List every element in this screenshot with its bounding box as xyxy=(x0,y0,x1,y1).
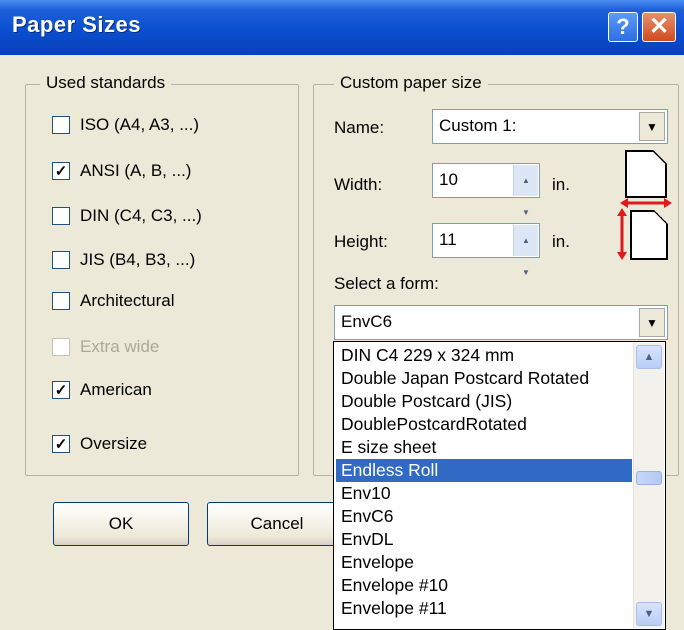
list-item[interactable]: DIN C4 229 x 324 mm xyxy=(336,344,632,367)
checkbox-label: American xyxy=(80,380,152,399)
width-label: Width: xyxy=(334,175,383,194)
width-paper-icon xyxy=(625,150,667,198)
checkbox-label: Extra wide xyxy=(80,337,160,356)
scroll-down-icon[interactable]: ▼ xyxy=(636,602,662,626)
name-label: Name: xyxy=(334,118,385,137)
form-dropdown[interactable]: EnvC6 ▼ xyxy=(334,305,668,340)
checkbox-box[interactable] xyxy=(52,292,70,310)
list-item[interactable]: E size sheet xyxy=(336,436,632,459)
width-unit: in. xyxy=(552,175,570,194)
close-button[interactable]: ✕ xyxy=(642,12,676,42)
checkbox-box[interactable] xyxy=(52,207,70,225)
list-scrollbar[interactable]: ▲ ▼ xyxy=(633,343,664,628)
checkbox-box[interactable] xyxy=(52,116,70,134)
dialog-title: Paper Sizes xyxy=(12,12,142,37)
custom-paper-size-legend: Custom paper size xyxy=(334,73,488,93)
used-standards-legend: Used standards xyxy=(40,73,172,93)
checkbox-american[interactable]: ✓ American xyxy=(52,379,152,401)
spin-icon[interactable]: ▲ ▼ xyxy=(513,165,538,217)
height-paper-icon xyxy=(630,210,668,260)
checkbox-label: Oversize xyxy=(80,434,148,453)
paper-sizes-dialog: Paper Sizes ? ✕ Used standards ISO (A4, … xyxy=(0,0,684,630)
height-label: Height: xyxy=(334,232,388,251)
checkbox-architectural[interactable]: Architectural xyxy=(52,290,174,312)
help-button[interactable]: ? xyxy=(608,12,638,42)
list-item[interactable]: EnvC6 xyxy=(336,505,632,528)
form-value: EnvC6 xyxy=(341,312,393,331)
list-item[interactable]: Envelope xyxy=(336,551,632,574)
chevron-down-icon[interactable]: ▼ xyxy=(639,308,665,337)
title-bar[interactable]: Paper Sizes ? ✕ xyxy=(0,0,684,55)
name-dropdown[interactable]: Custom 1: ▼ xyxy=(432,109,668,144)
height-value: 11 xyxy=(439,230,457,249)
checkbox-iso[interactable]: ISO (A4, A3, ...) xyxy=(52,114,199,136)
width-value: 10 xyxy=(439,170,458,189)
checkbox-box[interactable]: ✓ xyxy=(52,435,70,453)
checkbox-box xyxy=(52,338,70,356)
select-form-label: Select a form: xyxy=(334,274,439,293)
checkbox-jis[interactable]: JIS (B4, B3, ...) xyxy=(52,249,195,271)
list-item[interactable]: Double Postcard (JIS) xyxy=(336,390,632,413)
height-stepper[interactable]: 11 ▲ ▼ xyxy=(432,223,540,277)
checkbox-label: DIN (C4, C3, ...) xyxy=(80,206,202,225)
cancel-button[interactable]: Cancel xyxy=(207,502,347,546)
checkbox-extra-wide: Extra wide xyxy=(52,336,159,358)
list-item-selected[interactable]: Endless Roll xyxy=(336,459,632,482)
checkbox-box[interactable] xyxy=(52,251,70,269)
height-unit: in. xyxy=(552,232,570,251)
name-value: Custom 1: xyxy=(439,116,517,135)
checkbox-label: Architectural xyxy=(80,291,175,310)
list-item[interactable]: Env10 xyxy=(336,482,632,505)
ok-button[interactable]: OK xyxy=(53,502,189,546)
checkbox-ansi[interactable]: ✓ ANSI (A, B, ...) xyxy=(52,160,191,182)
list-item[interactable]: Envelope #11 xyxy=(336,597,632,620)
spin-icon[interactable]: ▲ ▼ xyxy=(513,225,538,277)
scroll-up-icon[interactable]: ▲ xyxy=(636,345,662,369)
used-standards-group: Used standards xyxy=(25,73,299,476)
chevron-down-icon[interactable]: ▼ xyxy=(639,112,665,141)
list-item[interactable]: DoublePostcardRotated xyxy=(336,413,632,436)
checkbox-box[interactable]: ✓ xyxy=(52,162,70,180)
form-dropdown-list[interactable]: DIN C4 229 x 324 mm Double Japan Postcar… xyxy=(333,341,666,630)
checkbox-label: ANSI (A, B, ...) xyxy=(80,161,192,180)
checkbox-label: ISO (A4, A3, ...) xyxy=(80,115,200,134)
list-item[interactable]: EnvDL xyxy=(336,528,632,551)
scroll-thumb[interactable] xyxy=(636,471,662,485)
list-item[interactable]: Envelope #10 xyxy=(336,574,632,597)
checkbox-oversize[interactable]: ✓ Oversize xyxy=(52,433,147,455)
list-item[interactable]: Double Japan Postcard Rotated xyxy=(336,367,632,390)
checkbox-din[interactable]: DIN (C4, C3, ...) xyxy=(52,205,202,227)
checkbox-label: JIS (B4, B3, ...) xyxy=(80,250,196,269)
height-arrow-icon xyxy=(617,208,627,260)
width-stepper[interactable]: 10 ▲ ▼ xyxy=(432,163,540,217)
checkbox-box[interactable]: ✓ xyxy=(52,381,70,399)
